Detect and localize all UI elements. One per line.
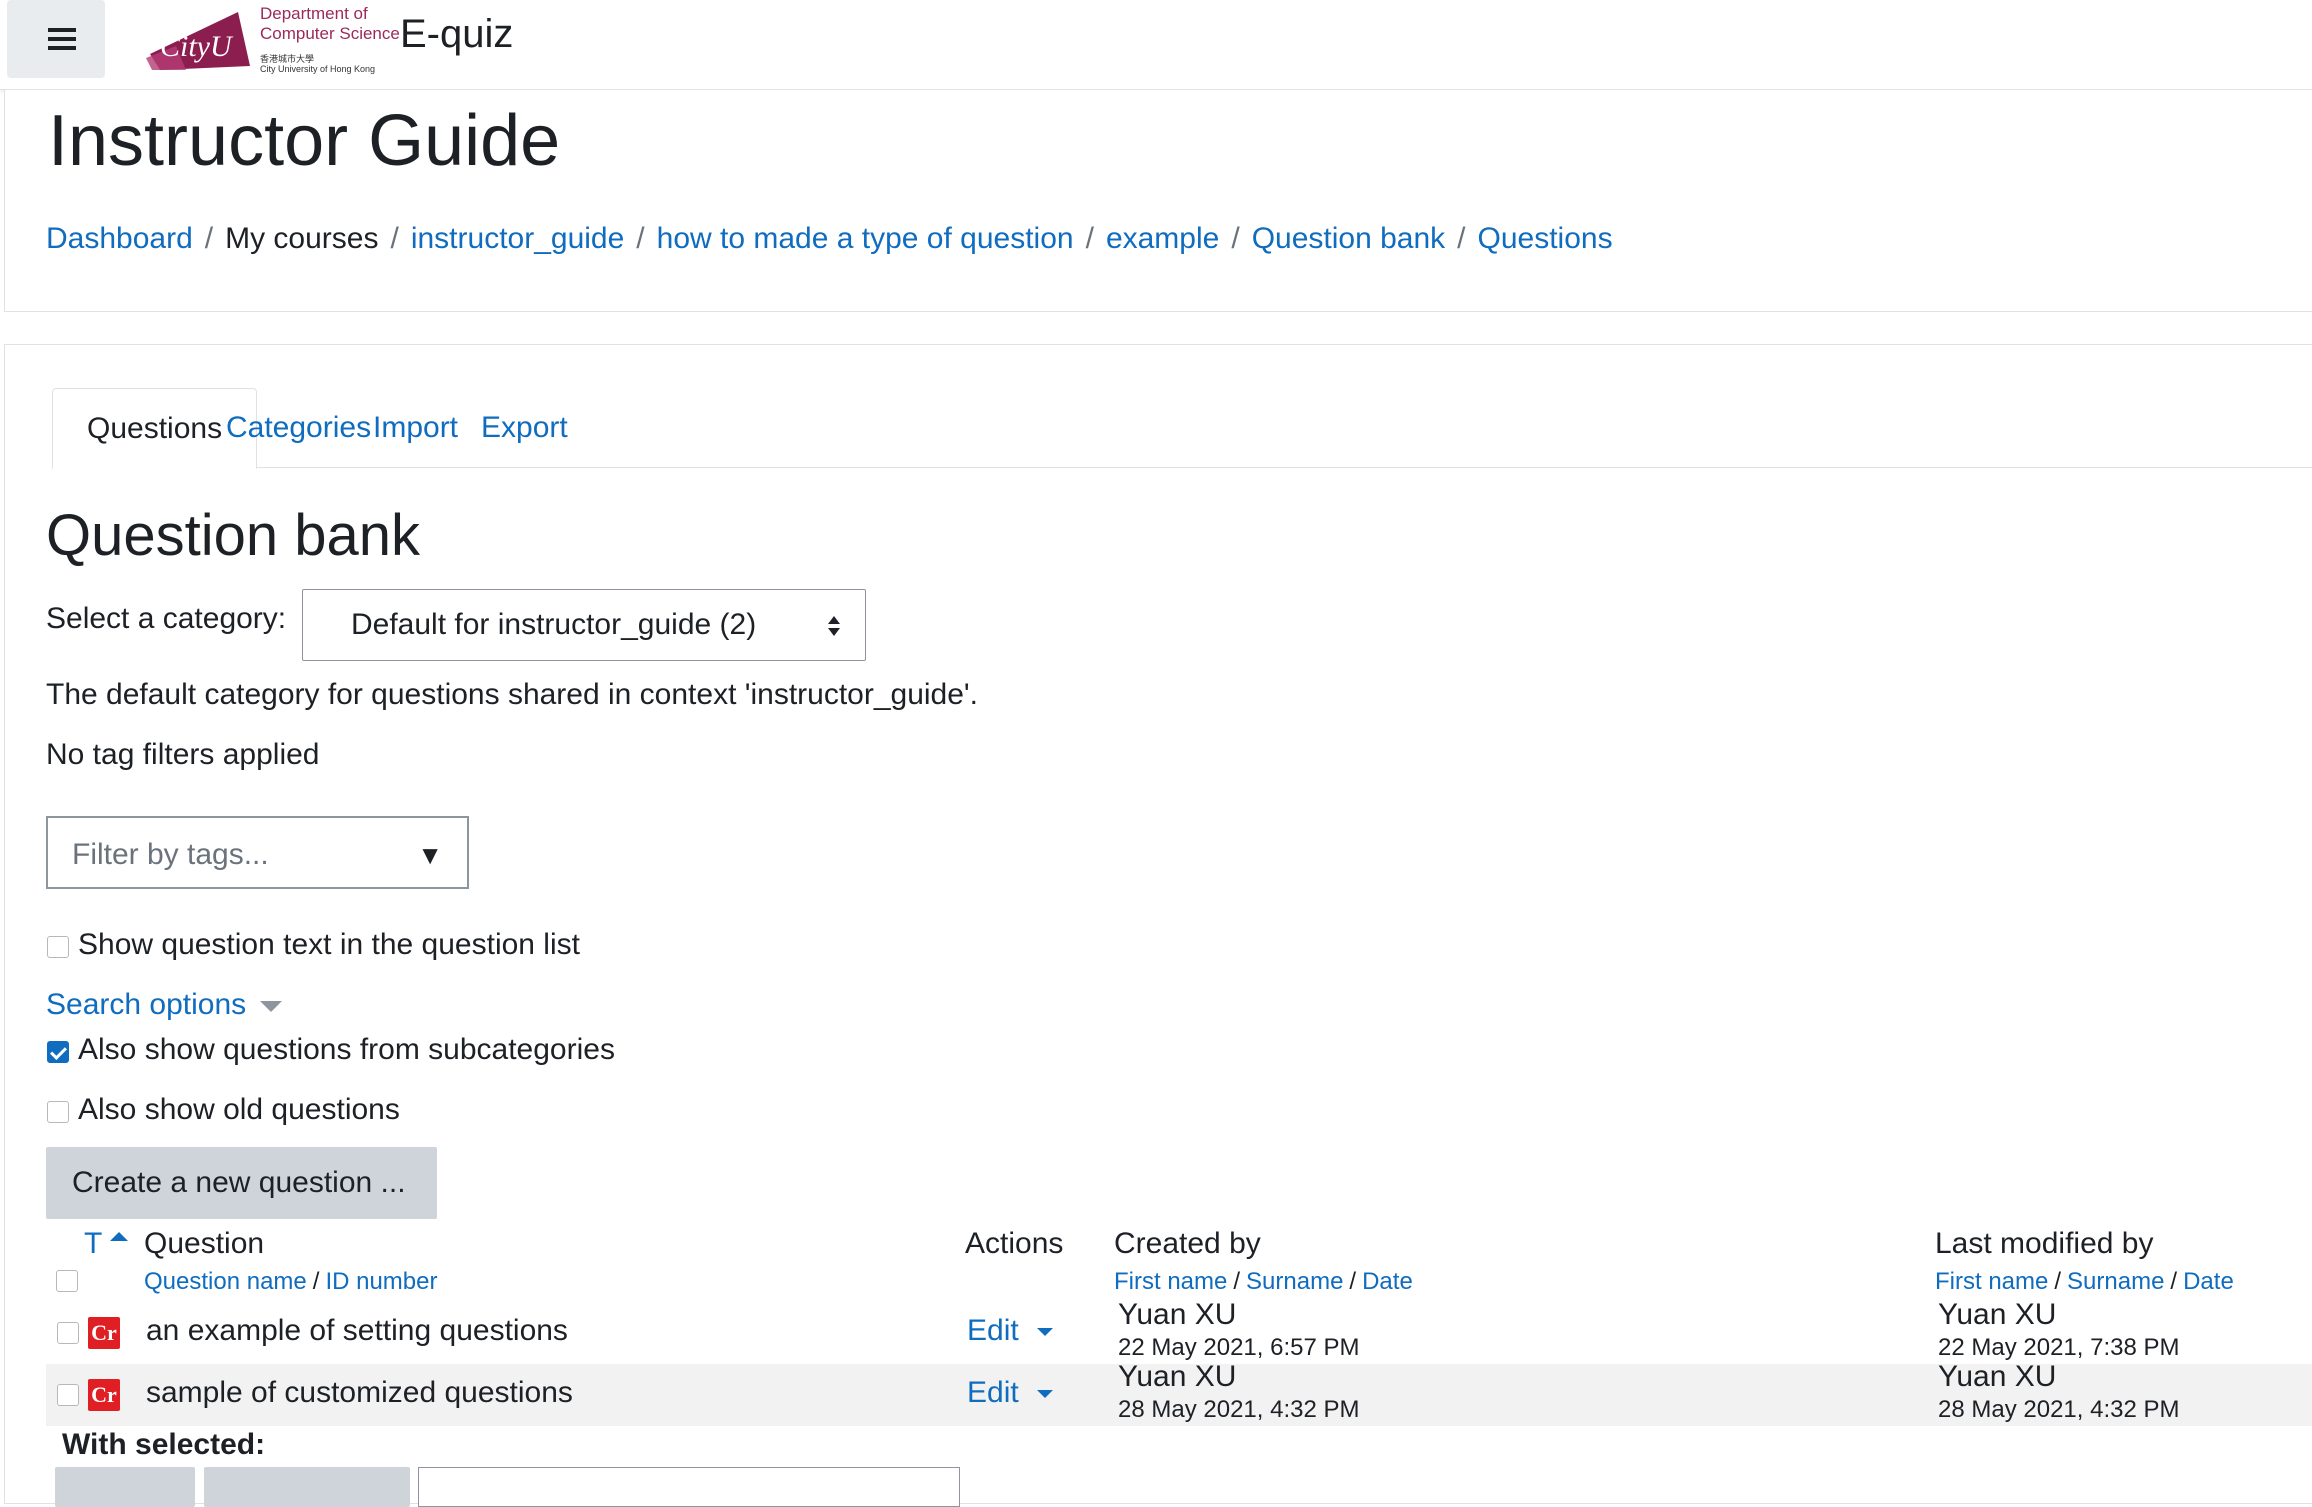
edit-label: Edit — [967, 1314, 1019, 1347]
breadcrumb-item-question-bank[interactable]: Question bank — [1252, 222, 1445, 255]
sort-separator: / — [1233, 1268, 1241, 1295]
logo-english-name: City University of Hong Kong — [260, 64, 376, 74]
breadcrumb-item-example[interactable]: example — [1106, 222, 1219, 255]
old-questions-label: Also show old questions — [78, 1093, 400, 1126]
caret-down-icon — [1036, 1390, 1053, 1399]
show-question-text-checkbox[interactable] — [47, 936, 69, 958]
edit-label: Edit — [967, 1376, 1019, 1409]
breadcrumb-separator: / — [1231, 222, 1240, 255]
breadcrumb: Dashboard / My courses / instructor_guide / ho… — [46, 222, 1613, 256]
edit-menu-toggle[interactable]: Edit — [967, 1376, 1053, 1410]
sort-arrows-icon — [828, 616, 840, 636]
category-description: The default category for questions share… — [46, 678, 978, 711]
coderunner-icon: Cr — [88, 1379, 120, 1411]
sort-separator: / — [2170, 1268, 2178, 1295]
table-row: Cr an example of setting questions Edit … — [46, 1298, 2312, 1364]
search-options-toggle[interactable]: Search options — [46, 988, 283, 1022]
sort-created-surname[interactable]: Surname — [1246, 1268, 1343, 1295]
sort-separator: / — [2054, 1268, 2062, 1295]
type-column-header[interactable]: T — [84, 1227, 102, 1261]
table-row: Cr sample of customized questions Edit Y… — [46, 1360, 2312, 1426]
logo-brand-text: CityU — [160, 30, 232, 63]
breadcrumb-separator: / — [204, 222, 214, 255]
breadcrumb-separator: / — [636, 222, 645, 255]
created-by-name: Yuan XU — [1118, 1298, 1237, 1331]
subcategories-label: Also show questions from subcategories — [78, 1033, 615, 1066]
breadcrumb-item-section[interactable]: how to made a type of question — [657, 222, 1074, 255]
select-all-checkbox[interactable] — [56, 1270, 78, 1292]
category-select-value: Default for instructor_guide (2) — [351, 608, 757, 641]
category-select-label: Select a category: — [46, 602, 287, 635]
menu-toggle-button[interactable] — [7, 0, 105, 78]
tag-filter-status: No tag filters applied — [46, 738, 320, 771]
sort-separator: / — [312, 1268, 320, 1295]
tag-filter-input[interactable]: Filter by tags... ▼ — [46, 816, 469, 889]
created-sort-links: First name / Surname / Date — [1114, 1268, 1413, 1296]
bulk-action-select[interactable] — [418, 1467, 960, 1507]
sort-by-id-number[interactable]: ID number — [325, 1268, 437, 1295]
modified-date: 22 May 2021, 7:38 PM — [1938, 1334, 2180, 1361]
sort-created-first-name[interactable]: First name — [1114, 1268, 1227, 1295]
sort-separator: / — [1349, 1268, 1357, 1295]
sort-modified-date[interactable]: Date — [2183, 1268, 2234, 1295]
created-date: 22 May 2021, 6:57 PM — [1118, 1334, 1360, 1361]
row-select-checkbox[interactable] — [57, 1322, 79, 1344]
question-column-header: Question — [144, 1227, 265, 1260]
created-by-column-header: Created by — [1114, 1227, 1261, 1260]
top-navbar: CityU Department of Computer Science 香港城… — [0, 0, 2312, 90]
last-modified-by-column-header: Last modified by — [1935, 1227, 2154, 1260]
modified-by-name: Yuan XU — [1938, 1360, 2057, 1393]
page-title: Instructor Guide — [48, 101, 561, 181]
sort-by-question-name[interactable]: Question name — [144, 1268, 307, 1295]
triangle-down-icon: ▼ — [417, 840, 443, 870]
row-select-checkbox[interactable] — [57, 1384, 79, 1406]
breadcrumb-item-course[interactable]: instructor_guide — [411, 222, 624, 255]
modified-date: 28 May 2021, 4:32 PM — [1938, 1396, 2180, 1423]
tab-export[interactable]: Export — [447, 388, 602, 468]
question-sort-links: Question name / ID number — [144, 1268, 437, 1296]
modified-by-name: Yuan XU — [1938, 1298, 2057, 1331]
question-bank-tabs: Questions Categories Import Export — [52, 388, 2312, 469]
sort-modified-surname[interactable]: Surname — [2067, 1268, 2164, 1295]
sort-created-date[interactable]: Date — [1362, 1268, 1413, 1295]
breadcrumb-item-dashboard[interactable]: Dashboard — [46, 222, 193, 255]
caret-down-icon — [1036, 1328, 1053, 1337]
breadcrumb-separator: / — [1457, 222, 1466, 255]
caret-down-icon — [260, 1000, 283, 1012]
created-by-name: Yuan XU — [1118, 1360, 1237, 1393]
subcategories-checkbox[interactable] — [47, 1041, 69, 1063]
category-select[interactable]: Default for instructor_guide (2) — [302, 589, 866, 661]
with-selected-label: With selected: — [62, 1428, 266, 1461]
site-name[interactable]: E-quiz — [400, 12, 513, 57]
sort-modified-first-name[interactable]: First name — [1935, 1268, 2048, 1295]
search-options-label: Search options — [46, 988, 247, 1021]
bulk-action-button[interactable] — [55, 1467, 195, 1507]
old-questions-checkbox[interactable] — [47, 1101, 69, 1123]
question-name: an example of setting questions — [146, 1314, 568, 1347]
breadcrumb-item-my-courses: My courses — [225, 222, 379, 255]
sort-asc-icon — [110, 1232, 128, 1241]
created-date: 28 May 2021, 4:32 PM — [1118, 1396, 1360, 1423]
bulk-action-button[interactable] — [204, 1467, 410, 1507]
tag-filter-placeholder: Filter by tags... — [72, 838, 269, 871]
logo-dept-line1: Department of — [260, 4, 368, 23]
question-name: sample of customized questions — [146, 1376, 573, 1409]
edit-menu-toggle[interactable]: Edit — [967, 1314, 1053, 1348]
create-new-question-button[interactable]: Create a new question ... — [46, 1147, 437, 1219]
logo-dept-line2: Computer Science — [260, 24, 400, 43]
breadcrumb-item-questions[interactable]: Questions — [1478, 222, 1613, 255]
show-question-text-label: Show question text in the question list — [78, 928, 580, 961]
modified-sort-links: First name / Surname / Date — [1935, 1268, 2234, 1296]
breadcrumb-separator: / — [1085, 222, 1094, 255]
breadcrumb-separator: / — [390, 222, 399, 255]
coderunner-icon: Cr — [88, 1317, 120, 1349]
actions-column-header: Actions — [965, 1227, 1064, 1260]
question-bank-heading: Question bank — [46, 503, 421, 568]
site-logo[interactable]: CityU Department of Computer Science 香港城… — [146, 2, 400, 76]
